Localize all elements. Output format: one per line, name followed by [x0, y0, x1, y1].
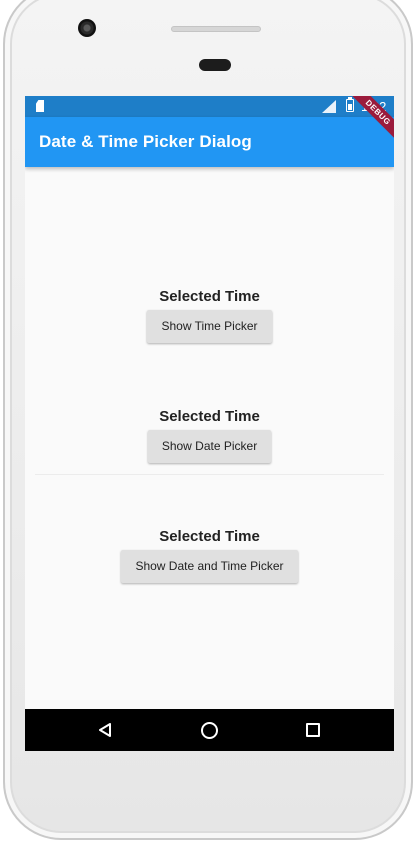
show-date-picker-button[interactable]: Show Date Picker	[147, 430, 272, 463]
status-bar: 1:02	[25, 96, 394, 117]
selected-date-time-label: Selected Time	[159, 528, 260, 545]
show-date-and-time-picker-button[interactable]: Show Date and Time Picker	[121, 550, 298, 583]
selected-date-label: Selected Time	[159, 408, 260, 425]
sd-card-icon	[36, 100, 44, 112]
app-bar: Date & Time Picker Dialog	[25, 117, 394, 167]
recents-icon[interactable]	[306, 723, 320, 737]
section-divider	[35, 474, 384, 475]
signal-icon	[322, 100, 336, 113]
home-icon[interactable]	[201, 722, 218, 739]
selected-time-label: Selected Time	[159, 288, 260, 305]
date-picker-section: Selected Time Show Date Picker	[25, 407, 394, 463]
front-camera	[78, 19, 96, 37]
back-icon[interactable]	[99, 723, 111, 737]
proximity-sensor	[199, 59, 231, 71]
device-screen: 1:02 DEBUG Date & Time Picker Dialog Sel…	[25, 96, 394, 751]
app-bar-title: Date & Time Picker Dialog	[39, 132, 252, 151]
time-picker-section: Selected Time Show Time Picker	[25, 287, 394, 343]
navigation-bar	[25, 709, 394, 751]
show-time-picker-button[interactable]: Show Time Picker	[147, 310, 272, 343]
earpiece-speaker	[171, 26, 261, 32]
battery-icon	[346, 97, 354, 112]
date-time-picker-section: Selected Time Show Date and Time Picker	[25, 527, 394, 583]
